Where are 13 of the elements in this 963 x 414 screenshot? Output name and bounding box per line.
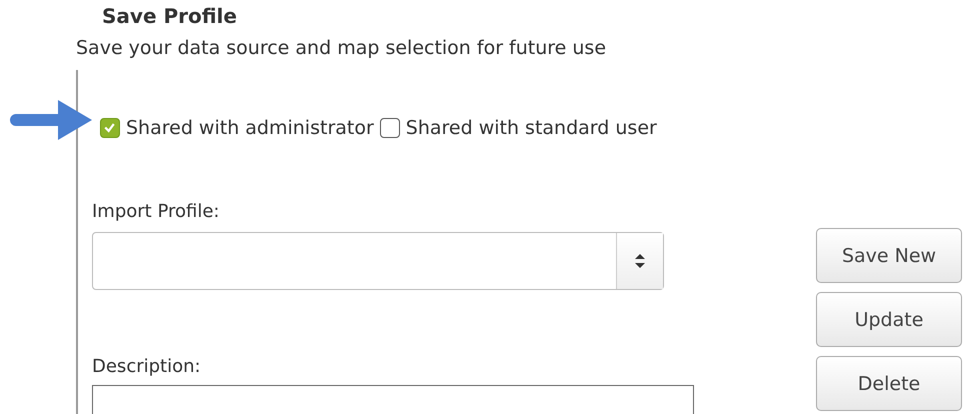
spinner-arrows-icon [635,254,645,268]
arrow-icon [8,98,94,142]
action-button[interactable]: Save New [816,228,962,283]
checkbox[interactable] [100,118,120,138]
field-label: Import Profile: [92,200,220,224]
action-button[interactable]: Delete [816,356,962,411]
section-title: Save Profile [102,4,238,28]
checkbox[interactable] [380,118,400,138]
checkbox-label: Shared with standard user [406,117,657,139]
action-button[interactable]: Update [816,292,962,347]
checkbox-label: Shared with administrator [126,117,374,139]
field-label: Description: [92,355,202,379]
section-subtitle: Save your data source and map selection for future use [76,36,608,60]
